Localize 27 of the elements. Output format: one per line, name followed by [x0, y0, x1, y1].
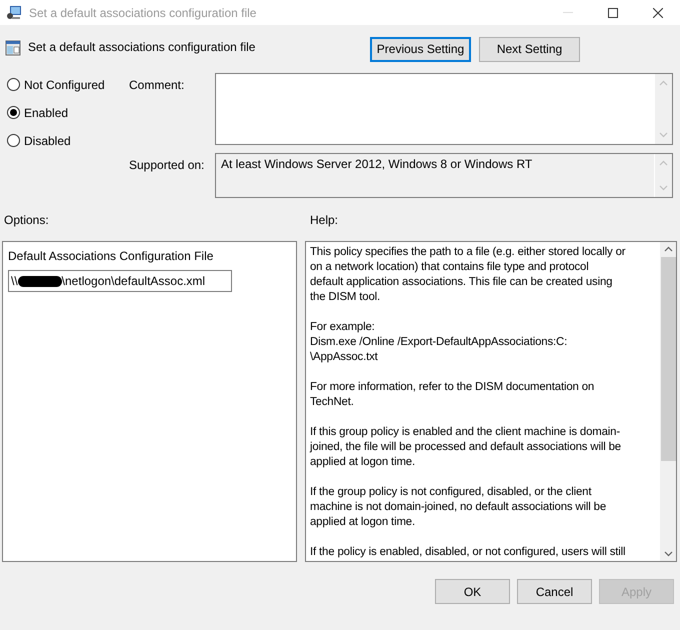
radio-button[interactable] [7, 134, 20, 147]
scroll-up-icon[interactable] [664, 246, 672, 252]
help-label: Help: [310, 213, 338, 229]
comment-label: Comment: [129, 77, 186, 94]
window-title: Set a default associations configuration file [29, 6, 258, 20]
path-field[interactable]: \\ \netlogon\defaultAssoc.xml [8, 270, 232, 292]
scroll-down-icon[interactable] [664, 551, 672, 557]
radio-label[interactable]: Disabled [24, 134, 71, 148]
next-setting-button[interactable]: Next Setting [479, 36, 580, 62]
scrollbar-thumb[interactable] [660, 257, 676, 461]
supported-on-text: At least Windows Server 2012, Windows 8 or Windows RT [220, 156, 534, 173]
dialog-button[interactable]: Cancel [517, 579, 592, 604]
radio-label[interactable]: Not Configured [24, 78, 105, 92]
close-icon[interactable] [652, 8, 662, 18]
previous-setting-button[interactable]: Previous Setting [370, 36, 471, 62]
radio-label[interactable]: Enabled [24, 106, 68, 120]
maximize-icon[interactable] [608, 8, 618, 18]
setting-label: Default Associations Configuration File [8, 249, 214, 263]
setting-title: Set a default associations configuration file [28, 40, 256, 54]
dialog-button[interactable]: OK [435, 579, 510, 604]
supported-on-label: Supported on: [129, 157, 206, 174]
options-label: Options: [4, 213, 50, 229]
computer-icon [6, 4, 22, 20]
help-text: This policy specifies the path to a file (e.g. either stored locally or on a network location) that contains file type and protocol default application associations. This file can be created using the DISM tool. For example: Dism.exe /Online /Export-DefaultAppAssociations:C: \AppAssoc.txt For more information, refer to the DISM documentation on TechNet. If this group policy is enabled and the client machine is domain- joined, the file will be processed and default associations will be applied at logon time. If the group policy is not configured, disabled, or the client machine is not domain-joined, no default associations will be applied at logon time. If the policy is enabled, disabled, or not configured, users will still [308, 245, 626, 560]
policy-icon [5, 40, 21, 56]
radio-button[interactable] [7, 106, 20, 119]
radio-button[interactable] [7, 78, 20, 91]
